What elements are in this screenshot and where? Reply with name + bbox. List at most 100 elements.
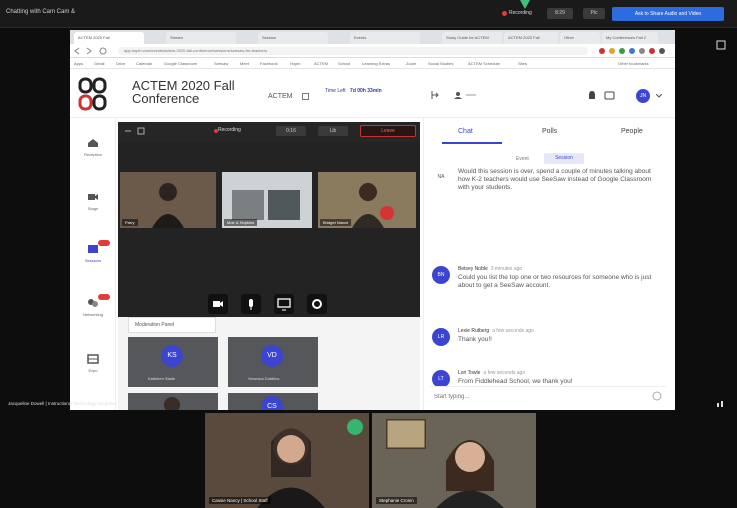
- screen-share-icon: [277, 298, 291, 311]
- moderation-tile[interactable]: [128, 393, 218, 410]
- wall-picture: [386, 419, 426, 449]
- tab-polls[interactable]: Polls: [542, 128, 557, 135]
- url-input[interactable]: app.hopin.com/events/actem-2020-fall-con…: [118, 47, 588, 55]
- bookmark[interactable]: Social Studies: [428, 61, 453, 66]
- header-action-icons[interactable]: [430, 90, 480, 100]
- bookmark[interactable]: Meet: [240, 61, 249, 66]
- bookmark[interactable]: ACTEM: [314, 61, 328, 66]
- moderation-tile[interactable]: CS: [228, 393, 318, 410]
- stage-library-button[interactable]: Lib: [318, 126, 348, 136]
- chat-message: NA Would this session is over, spend a c…: [432, 168, 667, 210]
- leave-button[interactable]: Leave: [360, 125, 416, 137]
- participant-name: Kathleen Slade: [148, 376, 176, 381]
- chat-panel: Chat Polls People Event Session NA Would…: [423, 118, 675, 410]
- browser-tab[interactable]: ACTEM 2020 Fall: [504, 32, 558, 44]
- tile-name: Parry: [122, 219, 138, 226]
- chat-input-bar: [430, 386, 666, 406]
- moderation-tile[interactable]: KS Kathleen Slade: [128, 337, 218, 387]
- stage-recording-label: Recording: [218, 127, 241, 133]
- browser-tab-bar: ACTEM 2020 Fall Stream Session Events St…: [70, 30, 675, 44]
- browser-tab[interactable]: ACTEM 2020 Fall: [74, 32, 144, 44]
- org-label[interactable]: ACTEM: [268, 93, 293, 100]
- nav-label: Expo: [88, 368, 98, 373]
- nav-arrows-icon[interactable]: [74, 47, 110, 55]
- bookmark[interactable]: Gmail: [94, 61, 104, 66]
- chat-input[interactable]: [434, 391, 634, 403]
- moderation-panel-tab[interactable]: Moderation Panel: [128, 317, 216, 333]
- time-left-value: 7d 00h 33min: [350, 88, 382, 94]
- microphone-icon: [249, 299, 253, 310]
- user-avatar[interactable]: JN: [636, 89, 650, 103]
- bookmark[interactable]: Zoom: [406, 61, 416, 66]
- stage-menu-icons[interactable]: [124, 127, 148, 135]
- time-left: Time Left 7d 00h 33min: [325, 88, 382, 94]
- bookmark[interactable]: School: [338, 61, 350, 66]
- zoom-top-bar: Chatting with Cam Cam & Recording 8:29 P…: [0, 0, 737, 28]
- nav-item-stage[interactable]: Stage: [70, 192, 116, 211]
- video-tile[interactable]: Parry: [120, 172, 216, 228]
- bookmark[interactable]: ACTEM Schedule: [468, 61, 500, 66]
- message-time: a few seconds ago: [492, 328, 534, 334]
- tab-people[interactable]: People: [621, 128, 643, 135]
- bookmark[interactable]: Seesaw: [214, 61, 228, 66]
- chevron-down-icon[interactable]: [656, 94, 662, 98]
- bookmark[interactable]: Facebook: [260, 61, 278, 66]
- nav-label: Networking: [82, 312, 103, 317]
- participant-photo: [164, 397, 180, 410]
- browser-tab[interactable]: Events: [350, 32, 420, 44]
- meeting-title: Chatting with Cam Cam &: [6, 9, 76, 15]
- moderation-tile[interactable]: VD Veronica Dobbins: [228, 337, 318, 387]
- extension-icons[interactable]: [598, 47, 670, 55]
- emoji-icon[interactable]: [652, 391, 662, 401]
- tile-name: Bridget Nance: [320, 219, 352, 226]
- tab-chat[interactable]: Chat: [458, 128, 473, 135]
- video-icon: [88, 194, 98, 200]
- nav-item-sessions[interactable]: Sessions: [70, 240, 116, 263]
- message-text: From Fiddlehead School, we thank you!: [458, 378, 573, 385]
- speaker-name: Cassie Nancy | School Staff: [209, 497, 271, 504]
- subtab-session[interactable]: Session: [544, 153, 584, 164]
- settings-button[interactable]: [307, 294, 327, 314]
- camera-button[interactable]: [208, 294, 228, 314]
- speaker-video-tile[interactable]: Stephanie Cronin: [372, 413, 536, 508]
- nav-item-reception[interactable]: Reception: [70, 138, 116, 157]
- screen-share-button[interactable]: [274, 294, 294, 314]
- bookmark[interactable]: Apps: [74, 61, 83, 66]
- mic-muted-icon: [380, 206, 394, 220]
- bookmark[interactable]: Sites: [518, 61, 527, 66]
- video-tile[interactable]: Moe & Hopkins: [222, 172, 312, 228]
- pinned-icon[interactable]: [347, 419, 363, 435]
- zoom-timer-button[interactable]: 8:29: [547, 8, 573, 19]
- active-speaker-name: Jacqueline Dowell | Instructional Techno…: [8, 401, 117, 406]
- browser-tab[interactable]: Stream: [166, 32, 236, 44]
- mic-button[interactable]: [241, 294, 261, 314]
- browser-tab[interactable]: My Conferences Fall 2: [602, 32, 658, 44]
- bookmark[interactable]: Google Classroom: [164, 61, 197, 66]
- stage-timer[interactable]: 0:16: [276, 126, 306, 136]
- zoom-secondary-button[interactable]: Pic: [583, 8, 605, 19]
- notification-icons[interactable]: [585, 90, 621, 102]
- fullscreen-icon[interactable]: [716, 40, 726, 50]
- address-bar: app.hopin.com/events/actem-2020-fall-con…: [70, 44, 675, 58]
- browser-tab[interactable]: Session: [258, 32, 328, 44]
- bookmark[interactable]: Other bookmarks: [618, 61, 649, 66]
- subtab-event[interactable]: Event: [516, 156, 529, 162]
- browser-tab[interactable]: Other: [560, 32, 600, 44]
- expo-icon: [87, 354, 99, 364]
- bookmark[interactable]: Drive: [116, 61, 125, 66]
- tile-name: Moe & Hopkins: [224, 219, 258, 226]
- video-tile[interactable]: Bridget Nance: [318, 172, 416, 228]
- time-left-label: Time Left: [325, 88, 346, 94]
- nav-item-expo[interactable]: Expo: [70, 354, 116, 373]
- notification-badge: [98, 294, 110, 300]
- message-time: 3 minutes ago: [490, 266, 523, 272]
- bookmark[interactable]: Learning Extras: [362, 61, 390, 66]
- bookmark[interactable]: Calendar: [136, 61, 152, 66]
- active-tab-indicator: [442, 142, 502, 144]
- browser-tab[interactable]: Study Guide for ACTEM: [442, 32, 502, 44]
- participant-name: Veronica Dobbins: [248, 376, 280, 381]
- speaker-video-tile[interactable]: Cassie Nancy | School Staff: [205, 413, 369, 508]
- nav-item-networking[interactable]: Networking: [70, 294, 116, 317]
- bookmark[interactable]: Hopin: [290, 61, 300, 66]
- share-audio-video-button[interactable]: Ask to Share Audio and Video: [612, 7, 724, 21]
